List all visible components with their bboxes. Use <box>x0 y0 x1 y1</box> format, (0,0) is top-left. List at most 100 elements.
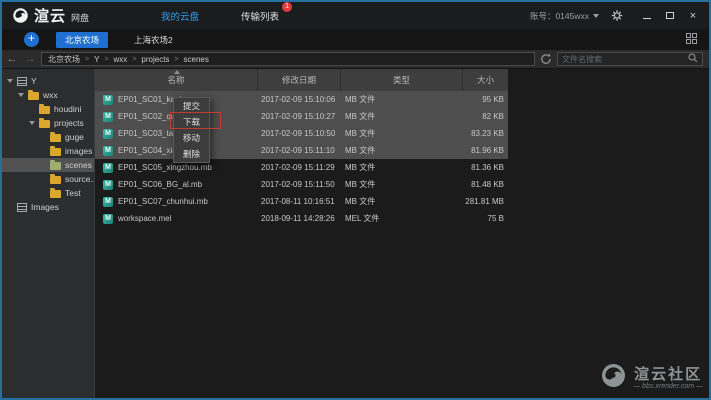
file-type: MB 文件 <box>341 179 463 190</box>
sidebar-item-scenes[interactable]: scenes <box>2 158 94 172</box>
main-body: Ywxx houdiniprojects guge images scenes sourc… <box>2 69 709 398</box>
search-input[interactable] <box>562 55 684 64</box>
chevron-down-icon <box>593 14 599 18</box>
breadcrumb-segment[interactable]: projects <box>141 55 169 64</box>
context-menu-item-删除[interactable]: 删除 <box>174 146 209 162</box>
community-watermark: 渲云社区 — bbs.xrender.com — <box>600 362 703 394</box>
window-controls: × <box>641 10 699 22</box>
titlebar-right: 账号：0145wxx × <box>530 10 699 22</box>
context-menu-item-移动[interactable]: 移动 <box>174 130 209 146</box>
search-box <box>557 52 703 66</box>
table-row[interactable]: MEP01_SC07_chunhui.mb2017-08-11 10:16:51… <box>95 193 508 210</box>
file-date: 2017-02-09 15:11:10 <box>258 146 341 155</box>
file-date: 2017-02-09 15:10:50 <box>258 129 341 138</box>
xrender-swirl-icon-gray <box>600 362 627 394</box>
maya-file-icon: M <box>103 129 113 139</box>
table-row[interactable]: MEP01_SC06_BG_al.mb2017-02-09 15:11:50MB… <box>95 176 508 193</box>
breadcrumb-separator: > <box>104 56 108 63</box>
sidebar-item-Y[interactable]: Y <box>2 74 94 88</box>
folder-icon <box>28 92 39 100</box>
maya-file-icon: M <box>103 214 113 224</box>
add-tab-button[interactable]: + <box>24 32 39 47</box>
sidebar-item-wxx[interactable]: wxx <box>2 88 94 102</box>
tree-label: images <box>65 146 92 156</box>
minimize-icon[interactable] <box>641 10 653 22</box>
sidebar-item-projects[interactable]: projects <box>2 116 94 130</box>
file-size: 81.48 KB <box>463 180 508 189</box>
column-header-size[interactable]: 大小 <box>463 69 508 91</box>
file-date: 2017-02-09 15:10:27 <box>258 112 341 121</box>
tree-label: Test <box>65 188 81 198</box>
forward-arrow-icon[interactable]: → <box>23 53 37 65</box>
table-header: 名称 修改日期 类型 大小 <box>95 69 508 91</box>
table-row[interactable]: M EP01_SC05_xingzhou.mb 2017-02-09 15:11:2… <box>95 159 508 176</box>
sidebar-item-images[interactable]: images <box>2 144 94 158</box>
breadcrumb[interactable]: 北京农场>Y>wxx>projects>scenes <box>41 52 535 66</box>
breadcrumb-separator: > <box>85 56 89 63</box>
farm-tab-0[interactable]: 北京农场 <box>56 32 108 48</box>
chevron-down-icon[interactable] <box>7 79 13 83</box>
drive-icon <box>17 203 27 212</box>
file-date: 2017-02-09 15:11:29 <box>258 163 341 172</box>
chevron-down-icon[interactable] <box>29 121 35 125</box>
maximize-icon[interactable] <box>664 10 676 22</box>
chevron-down-icon[interactable] <box>18 93 24 97</box>
breadcrumb-segment[interactable]: 北京农场 <box>48 54 80 65</box>
table-row[interactable]: MEP01_SC04_xia.m2017-02-09 15:11:10MB 文件… <box>95 142 508 159</box>
refresh-icon[interactable] <box>539 53 553 65</box>
breadcrumb-segment[interactable]: Y <box>94 55 99 64</box>
community-brand: 渲云社区 <box>634 367 702 383</box>
tree-label: scenes <box>65 160 92 170</box>
sort-ascending-icon <box>174 70 180 74</box>
folder-icon <box>50 162 61 170</box>
file-size: 81.96 KB <box>463 146 508 155</box>
column-header-date[interactable]: 修改日期 <box>258 69 341 91</box>
back-arrow-icon[interactable]: ← <box>5 53 19 65</box>
farm-tabbar: + 北京农场 上海农场2 <box>2 29 709 50</box>
tree-label: Y <box>31 76 37 86</box>
sidebar-item-Images[interactable]: Images <box>2 200 94 214</box>
tree-label: wxx <box>43 90 58 100</box>
nav-tab-1[interactable]: 传输列表1 <box>237 7 283 25</box>
table-row[interactable]: MEP01_SC02_quan2017-02-09 15:10:27MB 文件8… <box>95 108 508 125</box>
file-name: EP01_SC05_xingzhou.mb <box>118 163 212 172</box>
xrender-swirl-icon <box>12 7 29 24</box>
sidebar-item-guge[interactable]: guge <box>2 130 94 144</box>
account-menu[interactable]: 账号：0145wxx <box>530 10 599 22</box>
folder-icon <box>50 190 61 198</box>
settings-gear-icon[interactable] <box>611 10 623 22</box>
farm-tab-1[interactable]: 上海农场2 <box>125 32 182 48</box>
table-row[interactable]: MEP01_SC01_kaola2017-02-09 15:10:06MB 文件… <box>95 91 508 108</box>
table-row[interactable]: MEP01_SC03_tank2017-02-09 15:10:50MB 文件8… <box>95 125 508 142</box>
maya-file-icon: M <box>103 180 113 190</box>
nav-tab-0[interactable]: 我的云盘 <box>157 7 203 25</box>
column-header-type[interactable]: 类型 <box>341 69 463 91</box>
tree-label: guge <box>65 132 84 142</box>
file-size: 82 KB <box>463 112 508 121</box>
sidebar-item-source[interactable]: source... <box>2 172 94 186</box>
maya-file-icon: M <box>103 146 113 156</box>
maya-file-icon: M <box>103 197 113 207</box>
breadcrumb-segment[interactable]: scenes <box>184 55 209 64</box>
context-menu-item-下载[interactable]: 下载 <box>174 114 209 130</box>
breadcrumb-segment[interactable]: wxx <box>114 55 128 64</box>
view-grid-icon[interactable] <box>686 31 697 49</box>
sidebar-item-houdini[interactable]: houdini <box>2 102 94 116</box>
file-name: EP01_SC07_chunhui.mb <box>118 197 208 206</box>
sidebar-tree: Ywxx houdiniprojects guge images scenes sourc… <box>2 69 95 398</box>
farm-tabs: 北京农场 上海农场2 <box>39 32 182 48</box>
sidebar-item-Test[interactable]: Test <box>2 186 94 200</box>
folder-icon <box>39 120 50 128</box>
search-icon[interactable] <box>688 50 698 68</box>
maya-file-icon: M <box>103 95 113 105</box>
file-size: 83.23 KB <box>463 129 508 138</box>
table-row[interactable]: Mworkspace.mel2018-09-11 14:28:26MEL 文件7… <box>95 210 508 227</box>
close-icon[interactable]: × <box>687 10 699 22</box>
breadcrumb-separator: > <box>174 56 178 63</box>
maya-file-icon: M <box>103 163 113 173</box>
app-logo: 渲云 网盘 <box>12 5 89 26</box>
context-menu-item-提交[interactable]: 提交 <box>174 98 209 114</box>
file-type: MEL 文件 <box>341 213 463 224</box>
transfer-count-badge: 1 <box>282 2 292 12</box>
file-date: 2017-02-09 15:11:50 <box>258 180 341 189</box>
